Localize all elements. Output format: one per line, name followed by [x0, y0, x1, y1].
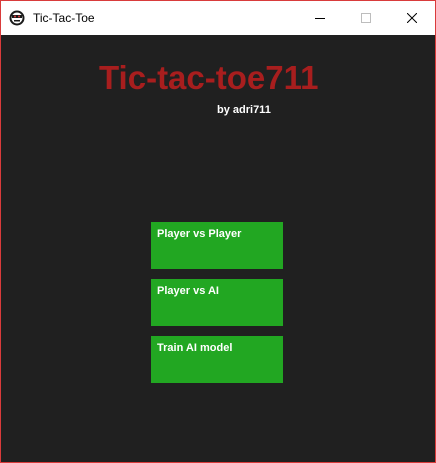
title-bar[interactable]: Tic-Tac-Toe — [1, 1, 435, 35]
close-icon — [407, 13, 417, 23]
player-vs-player-label: Player vs Player — [157, 228, 242, 240]
maximize-icon — [361, 13, 371, 23]
player-vs-player-button[interactable]: Player vs Player — [151, 222, 283, 269]
train-ai-model-label: Train AI model — [157, 342, 233, 354]
minimize-button[interactable] — [297, 1, 343, 35]
player-vs-ai-label: Player vs AI — [157, 285, 219, 297]
player-vs-ai-button[interactable]: Player vs AI — [151, 279, 283, 326]
author-byline: by adri711 — [217, 104, 271, 116]
game-title: Tic-tac-toe711 — [99, 59, 319, 96]
tic-tac-toe-app-icon — [9, 10, 25, 26]
minimize-icon — [315, 18, 325, 19]
game-canvas: Tic-tac-toe711 by adri711 Player vs Play… — [1, 35, 435, 462]
window-title: Tic-Tac-Toe — [33, 11, 95, 25]
maximize-button[interactable] — [343, 1, 389, 35]
app-window: Tic-Tac-Toe Tic-tac-toe711 by adri711 Pl… — [0, 0, 436, 463]
train-ai-model-button[interactable]: Train AI model — [151, 336, 283, 383]
close-button[interactable] — [389, 1, 435, 35]
